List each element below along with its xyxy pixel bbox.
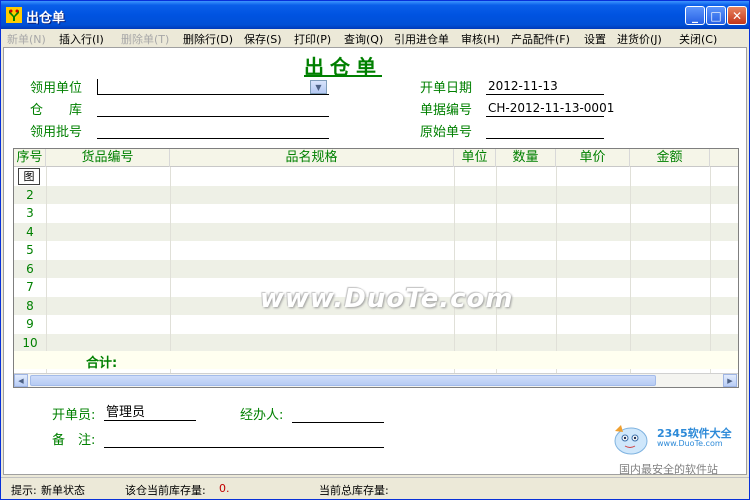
app-icon bbox=[6, 7, 22, 23]
handler-field[interactable] bbox=[292, 407, 384, 423]
form-area: 出仓单 领用单位 ▼ 仓 库 领用批号 开单日期 2012-11-13 单据编号… bbox=[3, 47, 747, 475]
grid-header: 序号 货品编号 品名规格 单位 数量 单价 金额 bbox=[14, 149, 738, 167]
row-number: 8 bbox=[26, 298, 34, 313]
creator-label: 开单员: bbox=[52, 408, 96, 423]
batch-label: 领用批号 bbox=[30, 125, 83, 140]
col-divider bbox=[454, 167, 455, 373]
total-label: 合计: bbox=[86, 356, 118, 371]
dept-combobox[interactable] bbox=[97, 79, 329, 95]
notes-label: 备 注: bbox=[52, 433, 96, 448]
row-number: 5 bbox=[26, 243, 34, 257]
notes-field[interactable] bbox=[104, 432, 384, 448]
hint-label: 提示: bbox=[11, 484, 37, 497]
row-number: 7 bbox=[26, 280, 34, 294]
chevron-right-icon: ▶ bbox=[727, 376, 733, 385]
mascot-icon bbox=[614, 425, 648, 455]
menu-accessories[interactable]: 产品配件(F) bbox=[511, 31, 570, 47]
site-brand: 2345软件大全 www.DuoTe.com 国内最安全的软件站 bbox=[609, 421, 749, 477]
dept-dropdown-button[interactable]: ▼ bbox=[310, 80, 327, 94]
watermark-text: www.DuoTe.com bbox=[260, 284, 514, 314]
scroll-thumb[interactable] bbox=[30, 375, 656, 386]
hint-value: 新单状态 bbox=[41, 484, 85, 497]
chevron-left-icon: ◀ bbox=[18, 376, 24, 385]
col-qty[interactable]: 数量 bbox=[496, 149, 556, 167]
status-bar: 提示: 新单状态 该仓当前库存量: 0. 当前总库存量: bbox=[1, 477, 749, 499]
menu-audit[interactable]: 审核(H) bbox=[461, 31, 500, 47]
menu-settings[interactable]: 设置 bbox=[584, 31, 606, 47]
main-window: 出仓单 _ □ ✕ 新单(N) 插入行(I) 删除单(T) 删除行(D) 保存(… bbox=[0, 0, 750, 500]
minimize-button[interactable]: _ bbox=[685, 6, 705, 25]
title-bar[interactable]: 出仓单 _ □ ✕ bbox=[1, 1, 749, 29]
col-unit[interactable]: 单位 bbox=[454, 149, 496, 167]
menu-close[interactable]: 关闭(C) bbox=[679, 31, 717, 47]
warehouse-field[interactable] bbox=[97, 101, 329, 117]
warehouse-label: 仓 库 bbox=[30, 103, 83, 118]
row-number: 9 bbox=[26, 317, 34, 331]
form-title: 出仓单 bbox=[304, 55, 382, 79]
date-label: 开单日期 bbox=[420, 81, 473, 96]
maximize-icon: □ bbox=[710, 8, 722, 23]
close-icon: ✕ bbox=[731, 8, 743, 23]
menu-query[interactable]: 查询(Q) bbox=[344, 31, 383, 47]
chevron-down-icon: ▼ bbox=[315, 82, 322, 92]
row-number: 4 bbox=[26, 224, 34, 239]
total-row: 合计: bbox=[14, 351, 738, 371]
row-number: 2 bbox=[26, 187, 34, 202]
stock-value: 0. bbox=[219, 482, 230, 495]
dept-label: 领用单位 bbox=[30, 81, 83, 96]
close-window-button[interactable]: ✕ bbox=[727, 6, 747, 25]
docno-label: 单据编号 bbox=[420, 103, 473, 118]
menu-bar: 新单(N) 插入行(I) 删除单(T) 删除行(D) 保存(S) 打印(P) 查… bbox=[1, 29, 749, 47]
origno-field[interactable] bbox=[486, 123, 604, 139]
col-divider bbox=[496, 167, 497, 373]
maximize-button[interactable]: □ bbox=[706, 6, 726, 25]
brand-slogan: 国内最安全的软件站 bbox=[619, 463, 718, 476]
col-amount[interactable]: 金额 bbox=[630, 149, 710, 167]
brand-site: www.DuoTe.com bbox=[657, 439, 723, 448]
menu-delete-doc[interactable]: 删除单(T) bbox=[121, 31, 169, 47]
col-item-code[interactable]: 货品编号 bbox=[46, 149, 170, 167]
total-stock-label: 当前总库存量: bbox=[319, 484, 389, 497]
scroll-right-button[interactable]: ▶ bbox=[723, 374, 737, 387]
col-divider bbox=[46, 167, 47, 373]
stock-label: 该仓当前库存量: bbox=[125, 484, 206, 497]
col-price[interactable]: 单价 bbox=[556, 149, 630, 167]
minimize-icon: _ bbox=[692, 8, 698, 23]
col-divider bbox=[556, 167, 557, 373]
col-divider bbox=[630, 167, 631, 373]
col-divider bbox=[170, 167, 171, 373]
batch-field[interactable] bbox=[97, 123, 329, 139]
menu-insert-row[interactable]: 插入行(I) bbox=[59, 31, 104, 47]
menu-import-inbound[interactable]: 引用进仓单 bbox=[394, 31, 449, 47]
creator-field[interactable]: 管理员 bbox=[104, 405, 196, 421]
detail-grid[interactable]: 序号 货品编号 品名规格 单位 数量 单价 金额 图 2 3 4 5 6 7 8… bbox=[13, 148, 739, 388]
horizontal-scrollbar[interactable]: ◀ ▶ bbox=[14, 373, 738, 387]
row-number: 3 bbox=[26, 206, 34, 220]
col-name-spec[interactable]: 品名规格 bbox=[170, 149, 454, 167]
menu-print[interactable]: 打印(P) bbox=[294, 31, 331, 47]
scroll-left-button[interactable]: ◀ bbox=[14, 374, 28, 387]
origno-label: 原始单号 bbox=[420, 125, 473, 140]
handler-label: 经办人: bbox=[240, 408, 284, 423]
menu-save[interactable]: 保存(S) bbox=[244, 31, 282, 47]
menu-purchase-price[interactable]: 进货价(J) bbox=[617, 31, 662, 47]
menu-new[interactable]: 新单(N) bbox=[7, 31, 46, 47]
menu-delete-row[interactable]: 删除行(D) bbox=[183, 31, 233, 47]
image-button[interactable]: 图 bbox=[18, 168, 40, 185]
docno-field[interactable]: CH-2012-11-13-0001 bbox=[486, 101, 614, 117]
date-field[interactable]: 2012-11-13 bbox=[486, 79, 604, 95]
window-title: 出仓单 bbox=[26, 11, 66, 26]
col-divider bbox=[710, 167, 711, 373]
row-number: 10 bbox=[22, 335, 38, 350]
col-seq[interactable]: 序号 bbox=[14, 149, 46, 167]
row-number: 6 bbox=[26, 261, 34, 276]
